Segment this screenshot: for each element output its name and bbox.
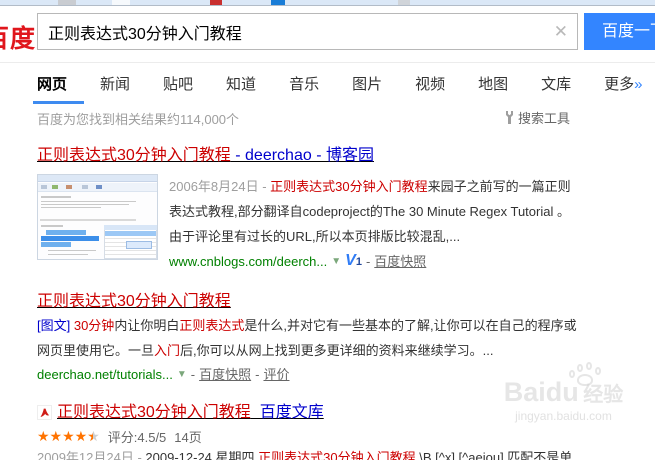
search-box: ✕ — [37, 13, 578, 50]
baidu-search-results-page: 百度 ✕ 百度一下 网页 新闻 贴吧 知道 音乐 图片 视频 地图 文库 更多»… — [0, 0, 655, 460]
result-thumbnail[interactable] — [37, 174, 158, 260]
result-url-line: deerchao.net/tutorials... ▼ - 百度快照 - 评价 — [37, 363, 620, 387]
search-input[interactable] — [38, 14, 577, 49]
result-description: 2009年12月24日 - 2009-12-24 星期四 正则表达式30分钟入门… — [37, 445, 585, 460]
tab-maps[interactable]: 地图 — [478, 73, 508, 94]
chevron-down-icon[interactable]: ▼ — [331, 250, 341, 274]
chrome-fragment — [112, 0, 130, 5]
result-description: [图文] 30分钟内让你明白正则表达式是什么,并对它有一些基本的了解,让你可以在… — [37, 313, 585, 363]
result-title-row: 正则表达式30分钟入门教程 百度文库 — [37, 402, 620, 424]
search-result: 正则表达式30分钟入门教程 百度文库 ★★★★★★ 评分:4.5/5 14页 2… — [37, 402, 620, 460]
result-text-column: 2006年8月24日 - 正则表达式30分钟入门教程来园子之前写的一篇正则表达式… — [169, 174, 581, 274]
chevron-more-icon: » — [634, 76, 642, 93]
results-list: 正则表达式30分钟入门教程 - deerchao - 博客园 — [0, 145, 620, 460]
search-tools-label: 搜索工具 — [518, 108, 570, 127]
result-body: 2006年8月24日 - 正则表达式30分钟入门教程来园子之前写的一篇正则表达式… — [37, 174, 620, 274]
chrome-fragment — [210, 0, 222, 5]
tab-tieba[interactable]: 贴吧 — [163, 73, 193, 94]
result-description: 2006年8月24日 - 正则表达式30分钟入门教程来园子之前写的一篇正则表达式… — [169, 174, 581, 249]
tab-music[interactable]: 音乐 — [289, 73, 319, 94]
snapshot-link[interactable]: 百度快照 — [199, 363, 251, 387]
tab-wenku[interactable]: 文库 — [541, 73, 571, 94]
separator: - — [255, 363, 259, 387]
result-url[interactable]: deerchao.net/tutorials... — [37, 363, 173, 387]
chrome-fragment — [271, 0, 285, 5]
vertical-nav-bar: 网页 新闻 贴吧 知道 音乐 图片 视频 地图 文库 更多» — [0, 62, 655, 104]
chrome-fragment — [58, 0, 76, 5]
tab-webpage[interactable]: 网页 — [37, 73, 67, 94]
page-count: 14页 — [174, 427, 201, 446]
separator: - — [366, 250, 370, 274]
review-link[interactable]: 评价 — [263, 363, 289, 387]
separator: - — [191, 363, 195, 387]
pdf-file-icon — [37, 405, 52, 420]
results-count-text: 百度为您找到相关结果约114,000个 — [37, 109, 239, 128]
wrench-icon — [504, 111, 515, 124]
search-header: 百度 ✕ 百度一下 — [0, 6, 655, 62]
tab-zhidao[interactable]: 知道 — [226, 73, 256, 94]
results-stats-bar: 百度为您找到相关结果约114,000个 搜索工具 — [0, 104, 655, 134]
result-url-line: www.cnblogs.com/deerch... ▼ V1 - 百度快照 — [169, 249, 581, 274]
search-result: 正则表达式30分钟入门教程 [图文] 30分钟内让你明白正则表达式是什么,并对它… — [37, 291, 620, 387]
tab-video[interactable]: 视频 — [415, 73, 445, 94]
tab-more[interactable]: 更多» — [604, 73, 642, 94]
v1-trust-badge[interactable]: V1 — [345, 249, 362, 274]
tab-more-label: 更多 — [604, 76, 634, 93]
nav-tabs: 网页 新闻 贴吧 知道 音乐 图片 视频 地图 文库 更多» — [0, 63, 655, 104]
clear-search-icon[interactable]: ✕ — [554, 14, 568, 49]
baidu-logo[interactable]: 百度 — [0, 19, 36, 55]
rating-row: ★★★★★★ 评分:4.5/5 14页 — [37, 427, 620, 445]
result-title-link[interactable]: 正则表达式30分钟入门教程 百度文库 — [57, 402, 324, 424]
search-result: 正则表达式30分钟入门教程 - deerchao - 博客园 — [37, 145, 620, 274]
snapshot-link[interactable]: 百度快照 — [374, 250, 426, 274]
thumb-titlebar — [38, 175, 157, 182]
chrome-fragment — [398, 0, 410, 5]
result-url[interactable]: www.cnblogs.com/deerch... — [169, 250, 327, 274]
rating-label: 评分:4.5/5 — [108, 427, 167, 446]
result-title-link[interactable]: 正则表达式30分钟入门教程 - deerchao - 博客园 — [37, 145, 374, 167]
search-tools-button[interactable]: 搜索工具 — [504, 108, 570, 127]
tab-images[interactable]: 图片 — [352, 73, 382, 94]
tab-news[interactable]: 新闻 — [100, 73, 130, 94]
result-title-link[interactable]: 正则表达式30分钟入门教程 — [37, 291, 231, 313]
star-rating-icon: ★★★★★★ — [37, 428, 100, 445]
chevron-down-icon[interactable]: ▼ — [177, 363, 187, 387]
search-button[interactable]: 百度一下 — [584, 13, 655, 50]
